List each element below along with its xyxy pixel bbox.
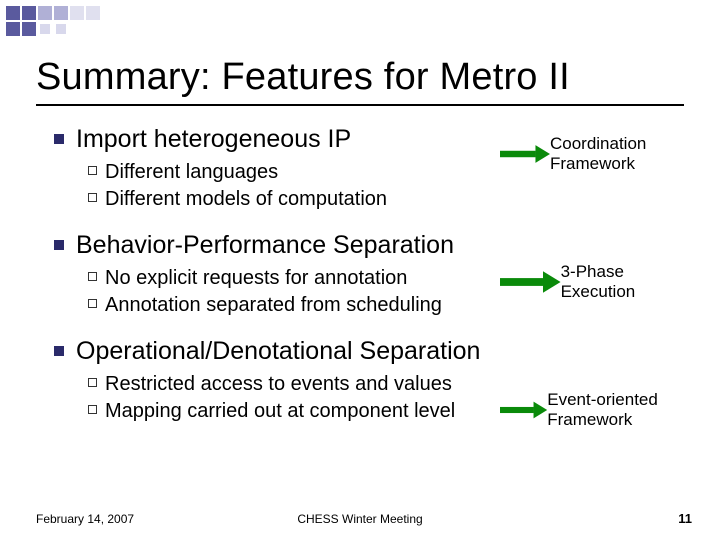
arrow-right-icon [500,399,547,421]
heading-text: Operational/Denotational Separation [76,336,480,366]
hollow-square-icon [88,272,97,281]
square-bullet-icon [54,346,64,356]
heading-text: Import heterogeneous IP [76,124,351,154]
bullet-level2: Different models of computation [88,187,484,212]
slide-footer: February 14, 2007 CHESS Winter Meeting 1… [0,508,720,526]
slide: Summary: Features for Metro II Import he… [0,0,720,540]
bullet-level2: Different languages [88,160,484,185]
callout-event-oriented: Event-oriented Framework [500,390,700,431]
footer-page-number: 11 [678,511,692,526]
bullet-level2: Annotation separated from scheduling [88,293,484,318]
hollow-square-icon [88,193,97,202]
hollow-square-icon [88,299,97,308]
callout-label: Event-oriented Framework [547,390,700,431]
bullet-level1: Import heterogeneous IP [54,124,484,154]
bullet-level2: Mapping carried out at component level [88,399,484,424]
hollow-square-icon [88,405,97,414]
section-import-ip: Import heterogeneous IP Different langua… [54,124,484,212]
heading-text: Behavior-Performance Separation [76,230,454,260]
bullet-level1: Operational/Denotational Separation [54,336,484,366]
item-text: Different models of computation [105,187,387,212]
bullet-level1: Behavior-Performance Separation [54,230,484,260]
square-bullet-icon [54,134,64,144]
section-behavior-performance: Behavior-Performance Separation No expli… [54,230,484,318]
title-underline [36,104,684,106]
content-body: Import heterogeneous IP Different langua… [54,124,484,442]
corner-decoration [6,6,136,44]
item-text: No explicit requests for annotation [105,266,407,291]
hollow-square-icon [88,166,97,175]
item-text: Different languages [105,160,278,185]
item-text: Annotation separated from scheduling [105,293,442,318]
callout-label: 3-Phase Execution [561,262,700,303]
hollow-square-icon [88,378,97,387]
arrow-right-icon [500,143,550,165]
item-text: Mapping carried out at component level [105,399,455,424]
bullet-level2: Restricted access to events and values [88,372,484,397]
section-operational-denotational: Operational/Denotational Separation Rest… [54,336,484,424]
callout-3phase: 3-Phase Execution [500,262,700,303]
footer-center: CHESS Winter Meeting [0,512,720,526]
square-bullet-icon [54,240,64,250]
slide-title: Summary: Features for Metro II [36,56,570,99]
callout-coordination: Coordination Framework [500,134,700,175]
arrow-right-icon [500,271,561,293]
bullet-level2: No explicit requests for annotation [88,266,484,291]
item-text: Restricted access to events and values [105,372,452,397]
callout-label: Coordination Framework [550,134,700,175]
